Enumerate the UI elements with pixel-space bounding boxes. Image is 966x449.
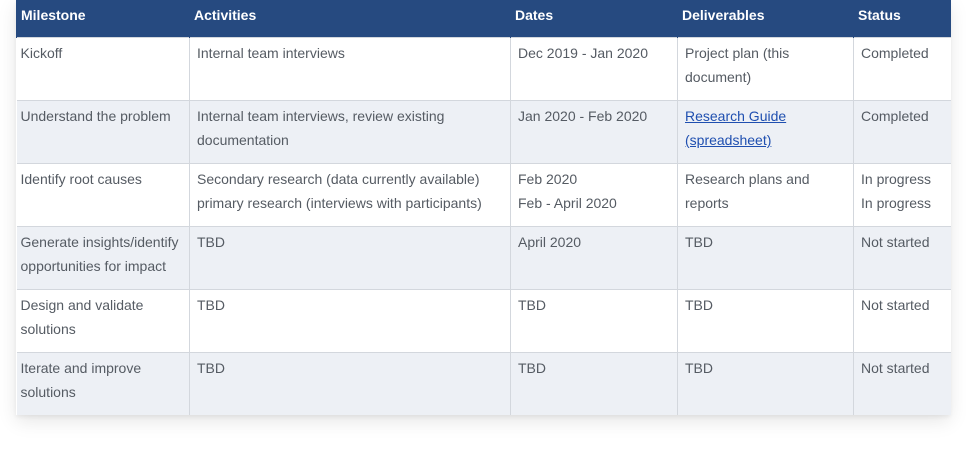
cell-activities: Internal team interviews [189,37,511,101]
cell-status: Not started [853,226,951,290]
cell-dates: Feb 2020 Feb - April 2020 [510,163,678,227]
date-text: April 2020 [518,234,582,250]
activity-text: Internal team interviews, review existin… [197,108,445,148]
cell-deliverables: Research plans and reports [677,163,854,227]
cell-milestone: Design and validate solutions [16,289,190,353]
cell-deliverables: TBD [677,226,854,290]
cell-milestone: Understand the problem [16,100,190,164]
cell-dates: April 2020 [510,226,678,290]
activity-text: TBD [197,360,225,376]
header-row: Milestone Activities Dates Deliverables … [16,0,951,38]
cell-status: Completed [853,100,951,164]
table-row: Understand the problem Internal team int… [16,100,951,164]
status-text: In progress [861,171,932,187]
cell-milestone: Iterate and improve solutions [16,352,190,415]
activity-text: Internal team interviews [197,45,345,61]
cell-activities: TBD [189,226,511,290]
activity-text: TBD [197,234,225,250]
date-text: Dec 2019 - Jan 2020 [518,45,648,61]
cell-milestone: Kickoff [16,37,190,101]
table-body: Kickoff Internal team interviews Dec 201… [16,37,951,415]
cell-status: Not started [853,289,951,353]
cell-dates: Dec 2019 - Jan 2020 [510,37,678,101]
activity-text: TBD [197,297,225,313]
cell-deliverables: Research Guide (spreadsheet) [677,100,854,164]
cell-dates: TBD [510,352,678,415]
status-text: Not started [861,360,930,376]
date-text: Feb - April 2020 [518,195,617,211]
date-text: Feb 2020 [518,171,578,187]
activity-text: Secondary research (data currently avail… [197,171,480,187]
cell-activities: Internal team interviews, review existin… [189,100,511,164]
milestones-table: Milestone Activities Dates Deliverables … [16,0,951,415]
date-text: TBD [518,297,546,313]
cell-status: Completed [853,37,951,101]
research-guide-link[interactable]: Research Guide (spreadsheet) [685,108,786,148]
cell-deliverables: Project plan (this document) [677,37,854,101]
table-row: Iterate and improve solutions TBD TBD TB… [16,352,951,415]
header-dates: Dates [510,0,678,38]
status-text: Completed [861,108,929,124]
cell-dates: TBD [510,289,678,353]
cell-dates: Jan 2020 - Feb 2020 [510,100,678,164]
cell-deliverables: TBD [677,289,854,353]
date-text: Jan 2020 - Feb 2020 [518,108,648,124]
cell-activities: TBD [189,289,511,353]
header-status: Status [853,0,951,38]
status-text: Not started [861,297,930,313]
header-deliverables: Deliverables [677,0,854,38]
activity-text: primary research (interviews with partic… [197,195,482,211]
cell-activities: Secondary research (data currently avail… [189,163,511,227]
header-milestone: Milestone [16,0,190,38]
status-text: Not started [861,234,930,250]
header-activities: Activities [189,0,511,38]
status-text: Completed [861,45,929,61]
milestones-table-container: Milestone Activities Dates Deliverables … [16,0,951,415]
cell-status: In progress In progress [853,163,951,227]
cell-deliverables: TBD [677,352,854,415]
table-row: Generate insights/identify opportunities… [16,226,951,290]
date-text: TBD [518,360,546,376]
table-header: Milestone Activities Dates Deliverables … [16,0,951,38]
table-row: Design and validate solutions TBD TBD TB… [16,289,951,353]
table-row: Identify root causes Secondary research … [16,163,951,227]
status-text: In progress [861,195,932,211]
cell-milestone: Generate insights/identify opportunities… [16,226,190,290]
cell-status: Not started [853,352,951,415]
cell-activities: TBD [189,352,511,415]
table-row: Kickoff Internal team interviews Dec 201… [16,37,951,101]
cell-milestone: Identify root causes [16,163,190,227]
